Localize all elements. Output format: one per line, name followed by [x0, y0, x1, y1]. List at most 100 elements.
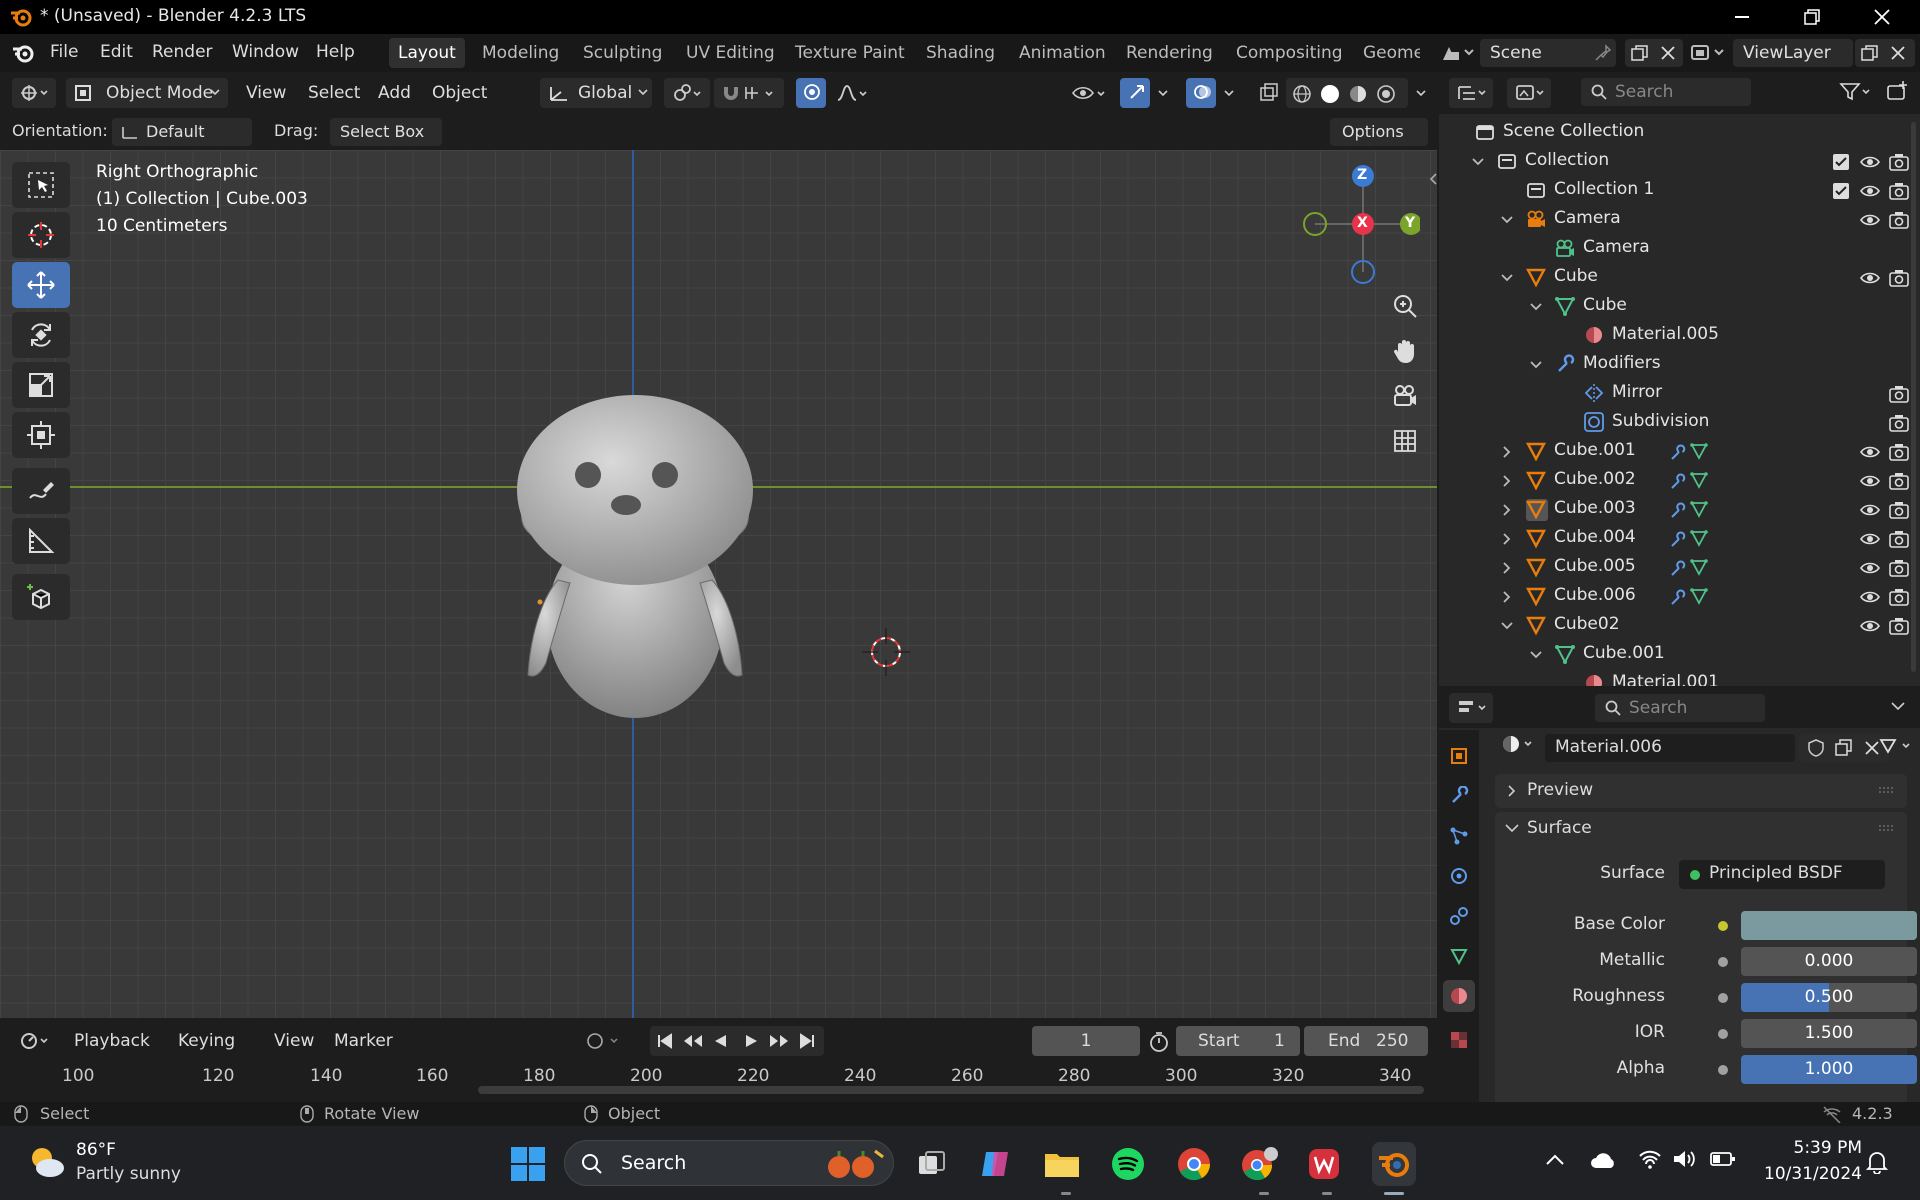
exclude-checkbox-icon[interactable]: [1832, 153, 1850, 171]
play-icon[interactable]: [742, 1032, 760, 1050]
outliner-row[interactable]: Cube.003: [1439, 495, 1909, 524]
restore-button[interactable]: [1782, 0, 1842, 34]
timeline-editor-type-button[interactable]: [12, 1026, 56, 1056]
outliner-row[interactable]: Cube.002: [1439, 466, 1909, 495]
jump-end-icon[interactable]: [798, 1032, 816, 1050]
surface-panel-header[interactable]: Surface: [1495, 812, 1907, 846]
onedrive-icon[interactable]: [1590, 1150, 1618, 1170]
visibility-eye-icon[interactable]: [1860, 211, 1880, 229]
snap-button[interactable]: [714, 78, 784, 108]
tab-layout[interactable]: Layout: [389, 38, 465, 68]
expand-arrow-right-icon[interactable]: [1500, 445, 1514, 459]
drag-dropdown[interactable]: Select Box: [330, 118, 442, 146]
new-view-layer-icon[interactable]: [1861, 45, 1879, 61]
spotify-icon[interactable]: [1106, 1142, 1150, 1186]
show-hidden-icons-icon[interactable]: [1546, 1154, 1564, 1166]
taskbar-search-box[interactable]: Search: [564, 1140, 894, 1186]
delete-view-layer-icon[interactable]: [1891, 46, 1905, 60]
tab-rendering[interactable]: Rendering: [1117, 38, 1222, 68]
outliner-row[interactable]: Camera: [1439, 205, 1909, 234]
rotate-tool[interactable]: [12, 312, 70, 358]
outliner-row[interactable]: Material.005: [1439, 321, 1909, 350]
overlays-dropdown[interactable]: [1216, 78, 1236, 108]
outliner-row[interactable]: Scene Collection: [1439, 118, 1909, 147]
wireframe-shading-icon[interactable]: [1292, 84, 1312, 104]
new-collection-icon[interactable]: [1885, 80, 1909, 102]
wps-office-icon[interactable]: [1302, 1142, 1346, 1186]
render-camera-icon[interactable]: [1889, 559, 1909, 577]
playback-menu[interactable]: Playback: [66, 1026, 158, 1056]
select-box-tool[interactable]: [12, 162, 70, 208]
play-reverse-icon[interactable]: [712, 1032, 730, 1050]
properties-editor-type-button[interactable]: [1449, 693, 1493, 723]
timeline-view-menu[interactable]: View: [266, 1026, 322, 1056]
outliner-row[interactable]: Cube02: [1439, 611, 1909, 640]
menu-view[interactable]: View: [238, 78, 294, 108]
modifier-properties-icon[interactable]: [1443, 780, 1475, 812]
camera-view-icon[interactable]: [1385, 376, 1425, 416]
editor-type-button[interactable]: [12, 78, 56, 108]
expand-arrow-right-icon[interactable]: [1500, 474, 1514, 488]
end-frame-field[interactable]: End 250: [1304, 1026, 1428, 1056]
outliner-row[interactable]: Cube.001: [1439, 640, 1909, 669]
tab-sculpting[interactable]: Sculpting: [574, 38, 671, 68]
menu-edit[interactable]: Edit: [100, 42, 133, 62]
outliner-row[interactable]: Cube: [1439, 263, 1909, 292]
outliner-row[interactable]: Camera: [1439, 234, 1909, 263]
proportional-editing-button[interactable]: [796, 78, 826, 108]
property-slider[interactable]: 1.000: [1741, 1055, 1917, 1084]
pin-icon[interactable]: [1594, 44, 1612, 62]
delete-scene-icon[interactable]: [1661, 46, 1675, 60]
expand-arrow-down-icon[interactable]: [1500, 619, 1514, 633]
stopwatch-icon[interactable]: [1148, 1031, 1170, 1053]
wifi-icon[interactable]: [1638, 1148, 1662, 1170]
data-properties-icon[interactable]: [1443, 940, 1475, 972]
tab-geometry-nodes[interactable]: Geomet: [1354, 38, 1420, 68]
auto-keying-icon[interactable]: [586, 1032, 626, 1050]
options-dropdown[interactable]: Options: [1330, 118, 1428, 146]
property-slider[interactable]: 1.500: [1741, 1019, 1917, 1048]
transform-orientation-dropdown[interactable]: Global: [540, 78, 652, 108]
sidebar-toggle-icon[interactable]: [1428, 172, 1437, 186]
render-camera-icon[interactable]: [1889, 443, 1909, 461]
xray-toggle-button[interactable]: [1252, 78, 1282, 108]
solid-shading-icon[interactable]: [1320, 84, 1340, 104]
measure-tool[interactable]: [12, 518, 70, 564]
render-camera-icon[interactable]: [1889, 153, 1909, 171]
menu-render[interactable]: Render: [152, 42, 213, 62]
visibility-eye-icon[interactable]: [1860, 182, 1880, 200]
notifications-bell-icon[interactable]: [1866, 1150, 1888, 1174]
expand-arrow-right-icon[interactable]: [1500, 503, 1514, 517]
property-slider[interactable]: 0.500: [1741, 983, 1917, 1012]
exclude-checkbox-icon[interactable]: [1832, 182, 1850, 200]
tab-shading[interactable]: Shading: [917, 38, 1004, 68]
expand-arrow-down-icon[interactable]: [1529, 358, 1543, 372]
close-button[interactable]: [1852, 0, 1912, 34]
visibility-eye-icon[interactable]: [1860, 559, 1880, 577]
outliner-row[interactable]: Collection 1: [1439, 176, 1909, 205]
outliner-row[interactable]: Mirror: [1439, 379, 1909, 408]
preview-panel-header[interactable]: Preview: [1495, 774, 1907, 808]
display-mode-button[interactable]: [1507, 78, 1551, 108]
outliner-row[interactable]: Modifiers: [1439, 350, 1909, 379]
visibility-eye-icon[interactable]: [1860, 501, 1880, 519]
keying-menu[interactable]: Keying: [170, 1026, 243, 1056]
annotate-tool[interactable]: [12, 468, 70, 514]
property-slider[interactable]: 0.000: [1741, 947, 1917, 976]
tab-texture-paint[interactable]: Texture Paint: [786, 38, 914, 68]
visibility-eye-icon[interactable]: [1860, 153, 1880, 171]
view-layer-name-field[interactable]: ViewLayer: [1733, 39, 1853, 67]
render-camera-icon[interactable]: [1889, 617, 1909, 635]
new-scene-icon[interactable]: [1631, 45, 1649, 61]
outliner-row[interactable]: Cube: [1439, 292, 1909, 321]
menu-select[interactable]: Select: [300, 78, 368, 108]
weather-partly-sunny-icon[interactable]: [26, 1144, 66, 1180]
render-camera-icon[interactable]: [1889, 414, 1909, 432]
windows-start-icon[interactable]: [506, 1142, 550, 1186]
volume-icon[interactable]: [1672, 1148, 1696, 1170]
current-frame-field[interactable]: 1: [1032, 1026, 1140, 1056]
outliner-editor-type-button[interactable]: [1449, 78, 1493, 108]
jump-keyframe-back-icon[interactable]: [682, 1032, 704, 1050]
tab-uv-editing[interactable]: UV Editing: [677, 38, 784, 68]
hand-pan-icon[interactable]: [1385, 331, 1425, 371]
